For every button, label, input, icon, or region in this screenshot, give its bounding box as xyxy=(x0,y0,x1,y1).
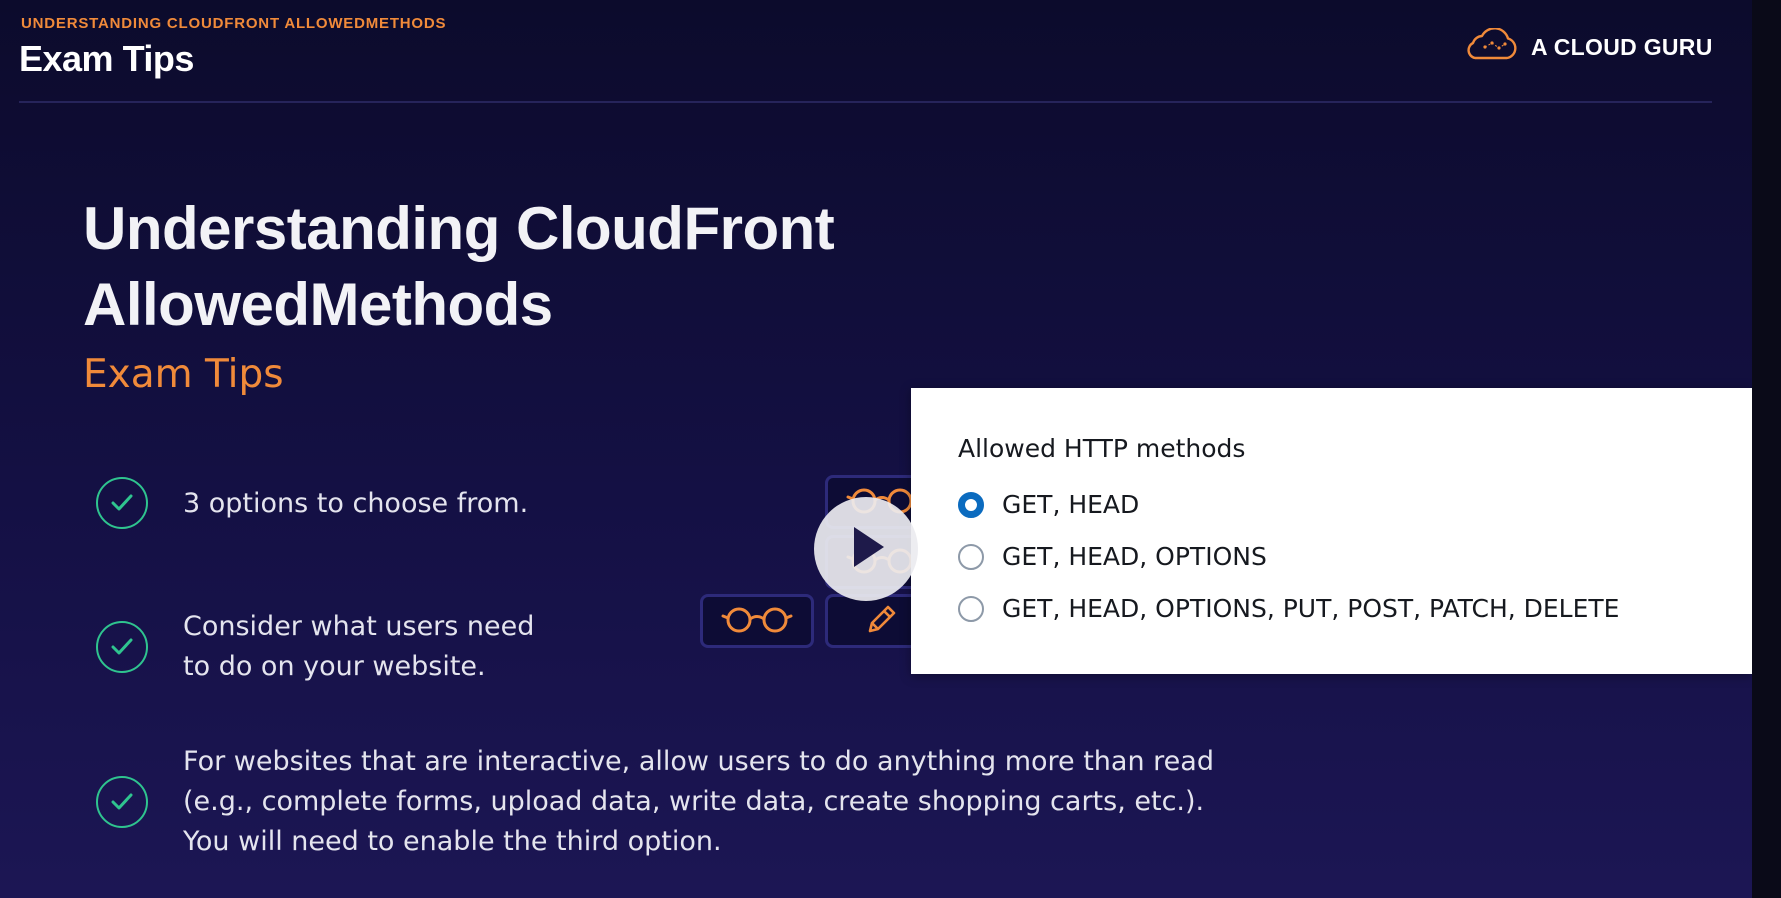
video-slide: UNDERSTANDING CLOUDFRONT ALLOWEDMETHODS … xyxy=(0,0,1752,898)
cloud-logo-icon xyxy=(1461,27,1519,66)
slide-subtitle: Exam Tips xyxy=(83,352,284,397)
tip-item-3: For websites that are interactive, allow… xyxy=(183,742,1214,862)
slide-title-line1: Understanding CloudFront xyxy=(83,195,835,262)
brand-logo: A CLOUD GURU xyxy=(1461,27,1713,66)
check-circle-icon xyxy=(96,776,148,828)
method-option-get-head-options[interactable]: GET, HEAD, OPTIONS xyxy=(958,542,1267,571)
tip-line: 3 options to choose from. xyxy=(183,488,529,519)
check-circle-icon xyxy=(96,477,148,529)
header-title: Exam Tips xyxy=(19,38,194,79)
tip-line: You will need to enable the third option… xyxy=(183,826,722,857)
slide-title: Understanding CloudFront AllowedMethods xyxy=(83,191,883,343)
method-option-label: GET, HEAD, OPTIONS xyxy=(1002,542,1267,571)
window-edge xyxy=(1752,0,1781,898)
play-icon xyxy=(844,523,888,575)
allowed-methods-panel: Allowed HTTP methods GET, HEAD GET, HEAD… xyxy=(911,388,1752,674)
play-button[interactable] xyxy=(814,497,918,601)
method-option-label: GET, HEAD xyxy=(1002,490,1140,519)
tip-line: to do on your website. xyxy=(183,651,486,682)
slide-title-line2: AllowedMethods xyxy=(83,271,553,338)
method-option-all[interactable]: GET, HEAD, OPTIONS, PUT, POST, PATCH, DE… xyxy=(958,594,1619,623)
tip-line: For websites that are interactive, allow… xyxy=(183,746,1214,777)
pencil-icon xyxy=(864,601,900,641)
allowed-methods-label: Allowed HTTP methods xyxy=(958,434,1246,463)
check-circle-icon xyxy=(96,621,148,673)
method-option-label: GET, HEAD, OPTIONS, PUT, POST, PATCH, DE… xyxy=(1002,594,1620,623)
radio-button[interactable] xyxy=(958,595,984,622)
tip-line: Consider what users need xyxy=(183,611,535,642)
tip-line: (e.g., complete forms, upload data, writ… xyxy=(183,786,1205,817)
section-kicker: UNDERSTANDING CLOUDFRONT ALLOWEDMETHODS xyxy=(21,15,447,32)
method-option-get-head[interactable]: GET, HEAD xyxy=(958,490,1139,519)
tip-item-1: 3 options to choose from. xyxy=(183,484,528,524)
radio-button[interactable] xyxy=(958,543,984,570)
glasses-icon xyxy=(721,604,793,638)
header-divider xyxy=(19,101,1712,103)
brand-name: A CLOUD GURU xyxy=(1531,33,1713,60)
tip-item-2: Consider what users need to do on your w… xyxy=(183,607,534,687)
radio-button[interactable] xyxy=(958,491,984,518)
read-method-card xyxy=(700,594,814,648)
